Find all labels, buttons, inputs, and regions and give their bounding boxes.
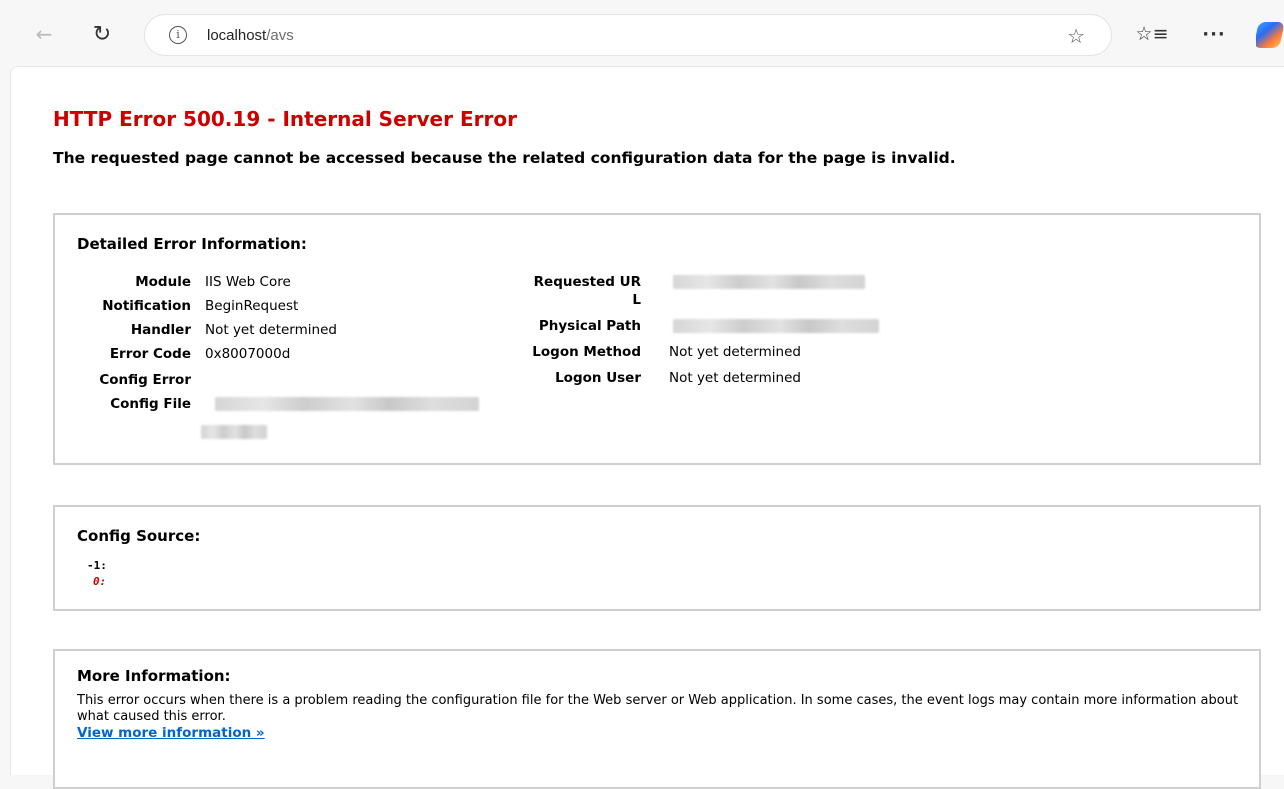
requested-url-label: Requested UR L — [533, 274, 641, 308]
site-info-icon[interactable]: i — [169, 26, 187, 44]
copilot-icon[interactable] — [1256, 22, 1284, 48]
redacted-config-file-path-line2 — [201, 425, 267, 439]
more-information-text: This error occurs when there is a proble… — [77, 693, 1239, 724]
config-source-line: -1: — [87, 559, 107, 572]
more-information-box: More Information: This error occurs when… — [53, 649, 1261, 789]
redacted-physical-path — [673, 319, 879, 333]
redacted-requested-url — [673, 275, 865, 289]
view-more-information-link[interactable]: View more information » — [77, 725, 265, 741]
error-subtitle: The requested page cannot be accessed be… — [53, 149, 956, 167]
config-source-heading: Config Source: — [77, 527, 201, 545]
config-source-box: Config Source: -1: 0: — [53, 505, 1261, 611]
back-arrow-icon[interactable]: ← — [30, 20, 58, 48]
refresh-icon[interactable]: ↻ — [88, 20, 116, 48]
page-content: HTTP Error 500.19 - Internal Server Erro… — [10, 66, 1284, 789]
add-favorite-star-icon[interactable]: ☆ — [1067, 24, 1085, 48]
browser-toolbar: ← ↻ i localhost/avs ☆ ☆≡ ··· — [0, 0, 1284, 66]
address-bar[interactable]: i localhost/avs ☆ — [144, 14, 1112, 56]
config-source-line-error: 0: — [93, 575, 107, 588]
error-title: HTTP Error 500.19 - Internal Server Erro… — [53, 107, 517, 131]
more-information-heading: More Information: — [77, 667, 231, 685]
detailed-error-heading: Detailed Error Information: — [77, 235, 307, 253]
url-path: /avs — [266, 26, 294, 44]
url-host: localhost — [207, 26, 267, 44]
redacted-config-file-path — [215, 397, 479, 411]
favorites-icon[interactable]: ☆≡ — [1136, 20, 1169, 48]
url-text[interactable]: localhost/avs — [207, 27, 294, 44]
more-options-icon[interactable]: ··· — [1200, 20, 1228, 48]
detailed-error-box: Detailed Error Information: Module IIS W… — [53, 213, 1261, 465]
